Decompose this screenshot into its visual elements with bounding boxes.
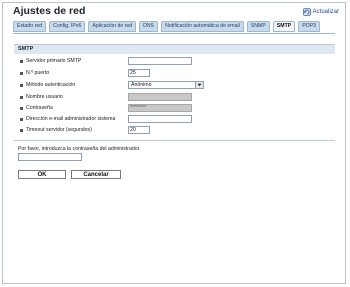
settings-window: Ajustes de red Actualizar Estado red Con… — [2, 2, 346, 284]
auth-method-label: Método autenticación — [26, 82, 76, 88]
header: Ajustes de red Actualizar — [3, 3, 345, 19]
admin-email-input[interactable] — [128, 115, 192, 123]
bullet-icon — [20, 129, 23, 132]
chevron-down-icon — [195, 82, 203, 88]
password-input[interactable] — [128, 104, 192, 112]
tab-snmp[interactable]: SNMP — [246, 21, 270, 32]
tab-config-ipv6[interactable]: Config. IPv6 — [49, 21, 86, 32]
row-admin-email: Dirección e-mail administrador sistema — [20, 115, 320, 124]
tab-bar: Estado red Config. IPv6 Aplicación de re… — [13, 21, 321, 33]
ok-button[interactable]: OK — [18, 170, 66, 179]
admin-email-label: Dirección e-mail administrador sistema — [26, 116, 116, 122]
smtp-server-label: Servidor primario SMTP — [26, 58, 82, 64]
refresh-button[interactable]: Actualizar — [302, 7, 339, 17]
row-password: Contraseña — [20, 104, 320, 113]
cancel-button[interactable]: Cancelar — [71, 170, 121, 179]
refresh-label: Actualizar — [312, 9, 339, 15]
admin-password-prompt: Por favor, introduzca la contraseña del … — [18, 146, 141, 152]
row-port: N.º puerto — [20, 69, 320, 78]
row-timeout: Timeout servidor (segundos) — [20, 126, 320, 135]
page-title: Ajustes de red — [13, 5, 86, 17]
username-input[interactable] — [128, 93, 192, 101]
auth-method-value: Anónimo — [131, 82, 152, 88]
section-header: SMTP — [14, 44, 335, 54]
username-label: Nombre usuario — [26, 94, 63, 100]
smtp-server-input[interactable] — [128, 57, 192, 65]
tab-estado-red[interactable]: Estado red — [13, 21, 47, 32]
bullet-icon — [20, 72, 23, 75]
bullet-icon — [20, 96, 23, 99]
section-title: SMTP — [18, 46, 34, 52]
bullet-icon — [20, 118, 23, 121]
password-label: Contraseña — [26, 105, 53, 111]
timeout-input[interactable] — [128, 126, 150, 134]
port-input[interactable] — [128, 69, 150, 77]
bullet-icon — [20, 107, 23, 110]
tab-dns[interactable]: DNS — [139, 21, 159, 32]
tab-aplicacion-de-red[interactable]: Aplicación de red — [88, 21, 137, 32]
port-label: N.º puerto — [26, 70, 50, 76]
refresh-icon — [302, 8, 311, 16]
bullet-icon — [20, 84, 23, 87]
tab-smtp[interactable]: SMTP — [272, 21, 296, 32]
row-smtp-server: Servidor primario SMTP — [20, 57, 320, 66]
admin-password-input[interactable] — [18, 153, 82, 161]
tab-notificacion-email[interactable]: Notificación automática de email — [161, 21, 244, 32]
divider — [14, 140, 335, 141]
timeout-label: Timeout servidor (segundos) — [26, 127, 92, 133]
row-username: Nombre usuario — [20, 93, 320, 102]
bullet-icon — [20, 60, 23, 63]
row-auth-method: Método autenticación Anónimo — [20, 81, 320, 90]
auth-method-select[interactable]: Anónimo — [128, 81, 204, 89]
tab-underline — [13, 33, 335, 34]
tab-pop3[interactable]: POP3 — [298, 21, 321, 32]
